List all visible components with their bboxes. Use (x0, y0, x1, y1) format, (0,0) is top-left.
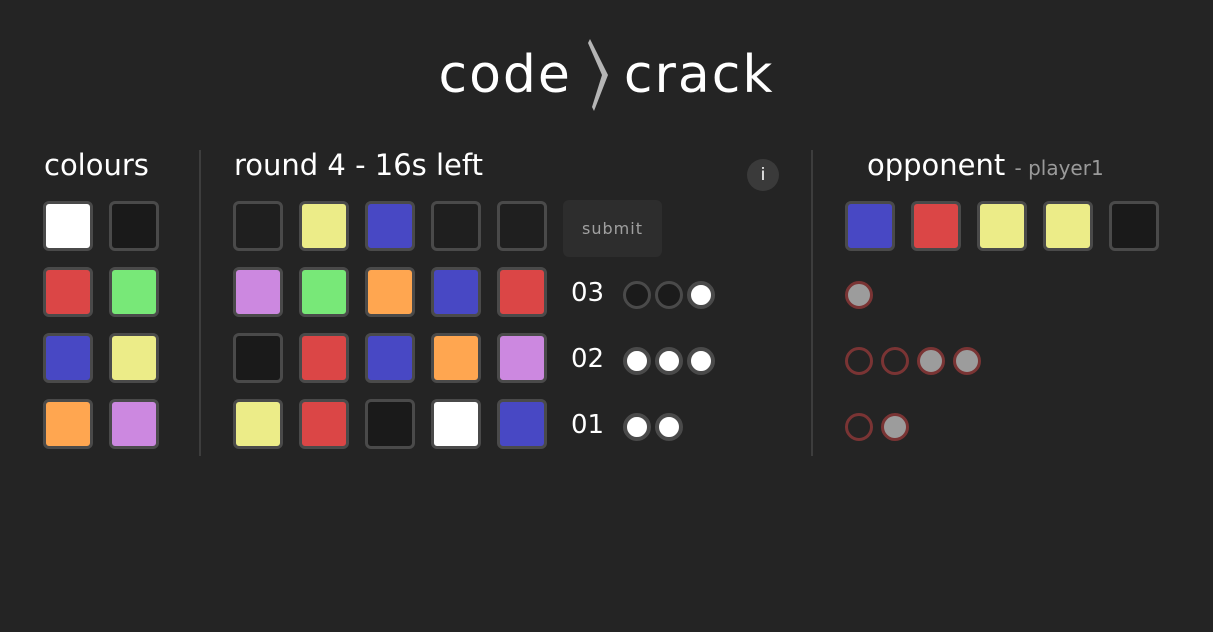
colour-swatch-red[interactable] (43, 267, 93, 317)
feedback-peg (687, 281, 715, 309)
history-tile (233, 333, 283, 383)
history-tile (365, 399, 415, 449)
opponent-feedback-peg (881, 347, 909, 375)
colour-swatch-purple[interactable] (109, 399, 159, 449)
round-number: 01 (571, 410, 605, 440)
guess-slot[interactable] (365, 201, 415, 251)
opponent-feedback-peg (881, 413, 909, 441)
divider-right (811, 150, 813, 456)
guess-slot[interactable] (431, 201, 481, 251)
history-tile (365, 333, 415, 383)
history-tile (431, 267, 481, 317)
colour-swatch-orange[interactable] (43, 399, 93, 449)
round-status: round 4 - 16s left (234, 148, 483, 182)
opponent-code-tile (1109, 201, 1159, 251)
opponent-feedback-peg (953, 347, 981, 375)
opponent-code-tile (911, 201, 961, 251)
history-tile (431, 333, 481, 383)
submit-button[interactable]: submit (563, 200, 662, 257)
history-tile (299, 399, 349, 449)
opponent-label: opponent (867, 148, 1006, 182)
info-button[interactable]: i (747, 159, 779, 191)
opponent-feedback-peg (845, 413, 873, 441)
logo-word-code: code (438, 45, 572, 105)
history-tile (299, 333, 349, 383)
colour-swatch-green[interactable] (109, 267, 159, 317)
feedback-peg (655, 413, 683, 441)
colours-title: colours (44, 148, 149, 182)
history-tile (497, 399, 547, 449)
round-number: 03 (571, 278, 605, 308)
feedback-peg (623, 413, 651, 441)
colour-swatch-white[interactable] (43, 201, 93, 251)
opponent-player-name: - player1 (1014, 156, 1104, 180)
feedback-peg (687, 347, 715, 375)
opponent-feedback-peg (845, 281, 873, 309)
feedback-peg (623, 281, 651, 309)
guess-slot[interactable] (233, 201, 283, 251)
feedback-peg (655, 281, 683, 309)
guess-slot[interactable] (497, 201, 547, 251)
opponent-feedback-peg (917, 347, 945, 375)
opponent-feedback-peg (845, 347, 873, 375)
divider-left (199, 150, 201, 456)
opponent-code-tile (845, 201, 895, 251)
colour-swatch-black[interactable] (109, 201, 159, 251)
history-tile (431, 399, 481, 449)
opponent-title: opponent - player1 (867, 148, 1104, 182)
colour-swatch-blue[interactable] (43, 333, 93, 383)
opponent-code-tile (1043, 201, 1093, 251)
history-tile (365, 267, 415, 317)
feedback-peg (623, 347, 651, 375)
logo: code crack (0, 39, 1213, 111)
history-tile (233, 399, 283, 449)
logo-word-crack: crack (623, 45, 775, 105)
zigzag-bolt-icon (587, 39, 608, 111)
guess-slot[interactable] (299, 201, 349, 251)
opponent-code-tile (977, 201, 1027, 251)
feedback-peg (655, 347, 683, 375)
history-tile (497, 333, 547, 383)
round-number: 02 (571, 344, 605, 374)
history-tile (233, 267, 283, 317)
colour-swatch-yellow[interactable] (109, 333, 159, 383)
history-tile (497, 267, 547, 317)
history-tile (299, 267, 349, 317)
